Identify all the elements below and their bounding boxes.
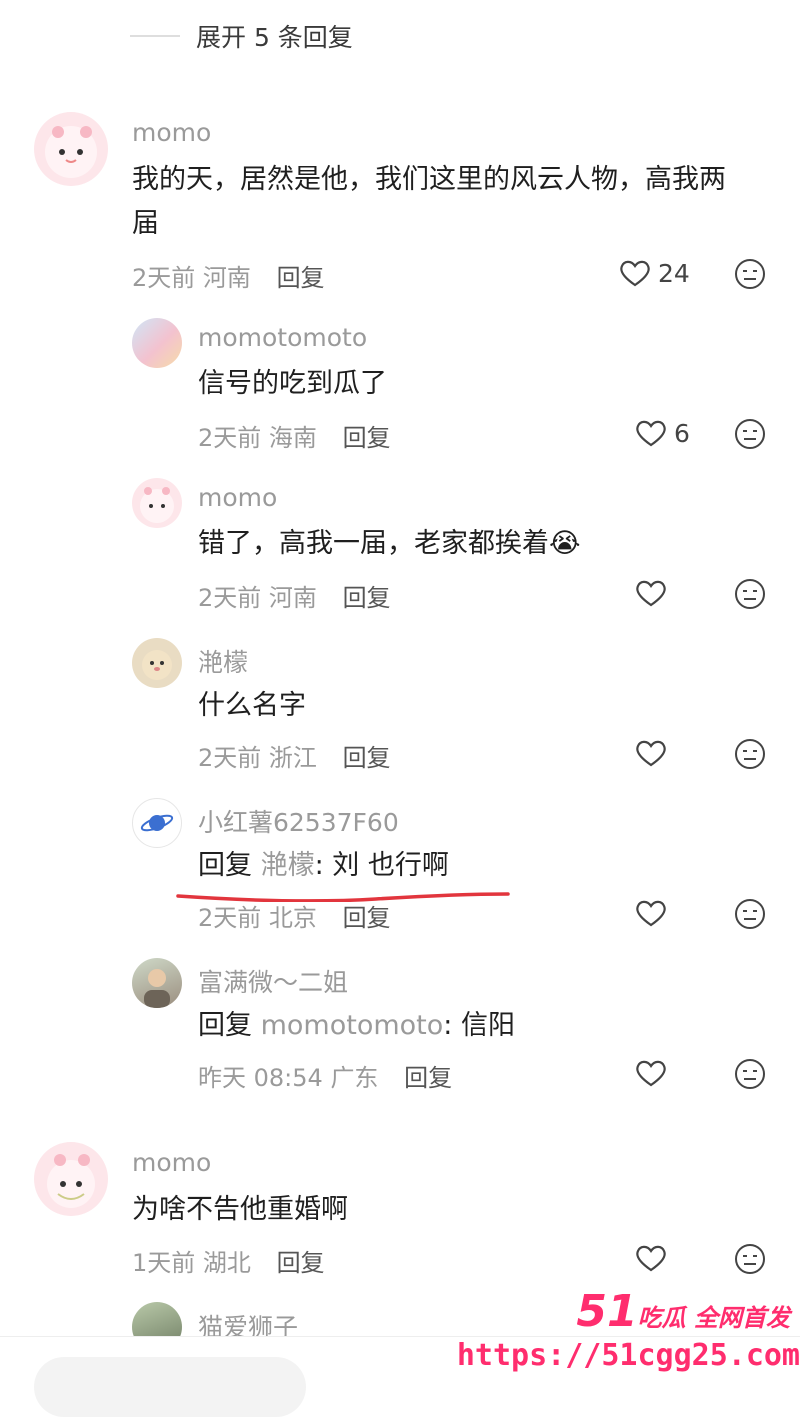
- mention-link[interactable]: momotomoto: [261, 1010, 444, 1041]
- reply-button[interactable]: 回复: [277, 1249, 325, 1277]
- like-count: 6: [674, 418, 690, 448]
- comment-location: 广东: [330, 1064, 379, 1092]
- reply-button[interactable]: 回复: [404, 1064, 452, 1092]
- comment-meta: 2天前 海南 回复: [198, 418, 391, 453]
- like-count: 24: [658, 258, 690, 288]
- watermark-logo: 51吃瓜 全网首发: [576, 1286, 790, 1337]
- reply-button[interactable]: 回复: [343, 584, 391, 612]
- expand-replies-label[interactable]: 展开 5 条回复: [196, 18, 353, 54]
- comment-location: 河南: [268, 584, 317, 612]
- comment-time: 2天前: [198, 744, 262, 772]
- comment-text-content: : 刘 也行啊: [314, 850, 449, 881]
- comment-text: 为啥不告他重婚啊: [132, 1194, 348, 1225]
- neutral-face-icon[interactable]: [734, 1058, 766, 1090]
- neutral-face-icon[interactable]: [734, 1243, 766, 1275]
- comment-meta: 2天前 河南 回复: [198, 578, 391, 613]
- comment-location: 浙江: [268, 744, 317, 772]
- heart-outline-icon: [636, 420, 666, 447]
- heart-outline-icon: [636, 580, 666, 607]
- comment-text: 回复 momotomoto: 信阳: [198, 1004, 515, 1048]
- watermark-url: https://51cgg25.com: [456, 1338, 800, 1373]
- comment-time: 昨天 08:54: [198, 1064, 323, 1092]
- crying-emoji-icon: 😭: [549, 528, 581, 559]
- comment-location: 海南: [268, 424, 317, 452]
- neutral-face-icon[interactable]: [734, 738, 766, 770]
- avatar[interactable]: [132, 798, 182, 848]
- avatar[interactable]: [132, 478, 182, 528]
- comment-meta: 2天前 北京 回复: [198, 898, 391, 933]
- reply-prefix: 回复: [198, 1010, 252, 1041]
- comment-text: 信号的吃到瓜了: [198, 368, 387, 399]
- reply-button[interactable]: 回复: [277, 264, 325, 292]
- comment-time: 2天前: [198, 904, 262, 932]
- neutral-face-icon[interactable]: [734, 578, 766, 610]
- reply-button[interactable]: 回复: [343, 904, 391, 932]
- avatar[interactable]: [132, 638, 182, 688]
- username[interactable]: momo: [198, 483, 277, 512]
- reply-button[interactable]: 回复: [343, 744, 391, 772]
- reply-button[interactable]: 回复: [343, 424, 391, 452]
- like-button[interactable]: 6: [634, 418, 690, 448]
- comment-time: 2天前: [132, 264, 196, 292]
- comment-time: 1天前: [132, 1249, 196, 1277]
- neutral-face-icon[interactable]: [734, 898, 766, 930]
- like-button[interactable]: [634, 1243, 668, 1273]
- comment-text: 什么名字: [198, 690, 306, 721]
- heart-outline-icon: [636, 1060, 666, 1087]
- comment-time: 2天前: [198, 424, 262, 452]
- comment-meta: 昨天 08:54 广东 回复: [198, 1058, 452, 1093]
- comment-text-line: 我的天，居然是他，我们这里的风云人物，高我两: [132, 164, 726, 195]
- comment-text-content: 错了，高我一届，老家都挨着: [198, 528, 549, 559]
- comment-text: 错了，高我一届，老家都挨着😭: [198, 522, 581, 566]
- comment-text: 回复 滟檬: 刘 也行啊: [198, 844, 449, 888]
- like-button[interactable]: 24: [618, 258, 690, 288]
- username[interactable]: 富满微～二姐: [198, 963, 348, 999]
- heart-outline-icon: [636, 1245, 666, 1272]
- planet-icon: [140, 814, 174, 832]
- red-underline-annotation: [176, 892, 510, 902]
- heart-outline-icon: [636, 900, 666, 927]
- avatar[interactable]: [132, 318, 182, 368]
- watermark-slogan: 吃瓜 全网首发: [637, 1304, 790, 1332]
- username[interactable]: momo: [132, 1148, 211, 1177]
- comment-time: 2天前: [198, 584, 262, 612]
- comment-text: 我的天，居然是他，我们这里的风云人物，高我两 届: [132, 158, 772, 246]
- avatar[interactable]: [132, 958, 182, 1008]
- like-button[interactable]: [634, 1058, 668, 1088]
- mention-link[interactable]: 滟檬: [261, 850, 315, 881]
- comment-meta: 2天前 河南 回复: [132, 258, 325, 293]
- watermark-number: 51: [576, 1286, 638, 1337]
- comment-text-line: 届: [132, 208, 159, 239]
- neutral-face-icon[interactable]: [734, 258, 766, 290]
- heart-outline-icon: [620, 260, 650, 287]
- comment-location: 湖北: [202, 1249, 251, 1277]
- avatar[interactable]: [34, 1142, 108, 1216]
- comment-input[interactable]: [34, 1357, 306, 1417]
- username[interactable]: 滟檬: [198, 643, 248, 679]
- heart-outline-icon: [636, 740, 666, 767]
- username[interactable]: momotomoto: [198, 323, 367, 352]
- divider-line: [130, 35, 180, 37]
- comment-meta: 2天前 浙江 回复: [198, 738, 391, 773]
- expand-replies-row[interactable]: 展开 5 条回复: [130, 18, 353, 54]
- neutral-face-icon[interactable]: [734, 418, 766, 450]
- like-button[interactable]: [634, 738, 668, 768]
- comment-location: 北京: [268, 904, 317, 932]
- reply-prefix: 回复: [198, 850, 252, 881]
- like-button[interactable]: [634, 578, 668, 608]
- avatar[interactable]: [34, 112, 108, 186]
- username[interactable]: 小红薯62537F60: [198, 803, 399, 839]
- comment-text-content: : 信阳: [443, 1010, 515, 1041]
- comment-meta: 1天前 湖北 回复: [132, 1243, 325, 1278]
- username[interactable]: momo: [132, 118, 211, 147]
- like-button[interactable]: [634, 898, 668, 928]
- comment-location: 河南: [202, 264, 251, 292]
